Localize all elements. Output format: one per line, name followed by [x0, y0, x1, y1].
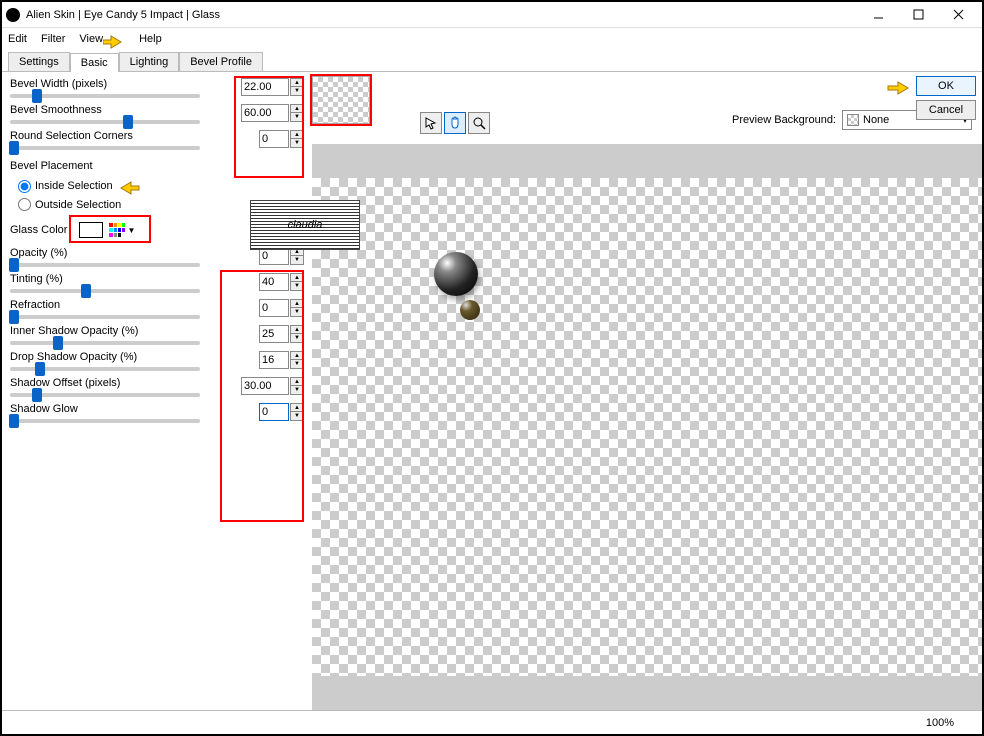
- menubar: Edit Filter View Help: [2, 28, 982, 50]
- palette-icon: [109, 223, 125, 237]
- glass-color-swatch[interactable]: [79, 222, 103, 238]
- bevel-width-input[interactable]: [241, 78, 289, 96]
- shadow-glow-input[interactable]: [259, 403, 289, 421]
- refraction-spinner[interactable]: ▲▼: [290, 299, 304, 317]
- preview-bg-label: Preview Background:: [732, 114, 836, 126]
- bevel-smoothness-row: Bevel Smoothness ▲▼: [10, 104, 304, 124]
- zoom-level: 100%: [926, 717, 954, 729]
- outside-selection-label: Outside Selection: [35, 199, 121, 211]
- bevel-smoothness-spinner[interactable]: ▲▼: [290, 104, 304, 122]
- glass-color-label: Glass Color: [10, 224, 67, 236]
- shadow-offset-row: Shadow Offset (pixels) ▲▼: [10, 377, 304, 397]
- drop-shadow-slider[interactable]: [10, 367, 200, 371]
- shadow-glow-slider[interactable]: [10, 419, 200, 423]
- statusbar: 100%: [2, 710, 982, 734]
- sphere-small: [460, 300, 480, 320]
- inside-selection-label: Inside Selection: [35, 180, 113, 192]
- refraction-input[interactable]: [259, 299, 289, 317]
- bevel-placement-label: Bevel Placement: [10, 160, 304, 172]
- shadow-offset-slider[interactable]: [10, 393, 200, 397]
- dialog-buttons: OK Cancel: [916, 76, 976, 120]
- bevel-smoothness-input[interactable]: [241, 104, 289, 122]
- sphere-large: [434, 252, 478, 296]
- inside-selection-radio[interactable]: [18, 180, 31, 193]
- watermark: claudia: [250, 200, 360, 250]
- pointer-tool[interactable]: [420, 112, 442, 134]
- inner-shadow-spinner[interactable]: ▲▼: [290, 325, 304, 343]
- shadow-offset-input[interactable]: [241, 377, 289, 395]
- settings-panel: Bevel Width (pixels) ▲▼ Bevel Smoothness…: [2, 72, 312, 710]
- round-corners-input[interactable]: [259, 130, 289, 148]
- hand-pointer-icon: [117, 176, 145, 196]
- drop-shadow-input[interactable]: [259, 351, 289, 369]
- tinting-row: Tinting (%) ▲▼: [10, 273, 304, 293]
- minimize-button[interactable]: [858, 3, 898, 27]
- maximize-button[interactable]: [898, 3, 938, 27]
- inner-shadow-slider[interactable]: [10, 341, 200, 345]
- hand-tool[interactable]: [444, 112, 466, 134]
- refraction-row: Refraction ▲▼: [10, 299, 304, 319]
- tab-basic[interactable]: Basic: [70, 53, 119, 72]
- drop-shadow-spinner[interactable]: ▲▼: [290, 351, 304, 369]
- checker-bg: [312, 178, 982, 676]
- shadow-glow-row: Shadow Glow ▲▼: [10, 403, 304, 423]
- tinting-input[interactable]: [259, 273, 289, 291]
- inner-shadow-row: Inner Shadow Opacity (%) ▲▼: [10, 325, 304, 345]
- round-corners-slider[interactable]: [10, 146, 200, 150]
- menu-view[interactable]: View: [79, 33, 103, 45]
- cancel-button[interactable]: Cancel: [916, 100, 976, 120]
- preview-pane: Preview Background: None ▾ OK Cancel: [312, 72, 982, 710]
- hand-pointer-icon: [886, 76, 914, 96]
- shadow-glow-spinner[interactable]: ▲▼: [290, 403, 304, 421]
- titlebar: Alien Skin | Eye Candy 5 Impact | Glass: [2, 2, 982, 28]
- hand-pointer-icon: [103, 30, 131, 50]
- bevel-smoothness-slider[interactable]: [10, 120, 200, 124]
- bevel-width-spinner[interactable]: ▲▼: [290, 78, 304, 96]
- gray-strip-bottom: [312, 676, 982, 710]
- preview-toolbar: [420, 112, 490, 134]
- opacity-slider[interactable]: [10, 263, 200, 267]
- round-corners-spinner[interactable]: ▲▼: [290, 130, 304, 148]
- preview-thumbnail[interactable]: [312, 76, 376, 140]
- glass-color-picker[interactable]: ▼: [109, 223, 135, 237]
- refraction-slider[interactable]: [10, 315, 200, 319]
- app-icon: [6, 8, 20, 22]
- chevron-down-icon: ▼: [127, 226, 135, 235]
- menu-help[interactable]: Help: [139, 33, 162, 45]
- opacity-row: Opacity (%) ▲▼: [10, 247, 304, 267]
- tinting-spinner[interactable]: ▲▼: [290, 273, 304, 291]
- window-title: Alien Skin | Eye Candy 5 Impact | Glass: [26, 9, 858, 21]
- menu-edit[interactable]: Edit: [8, 33, 27, 45]
- gray-strip-top: [312, 144, 982, 178]
- inner-shadow-input[interactable]: [259, 325, 289, 343]
- drop-shadow-row: Drop Shadow Opacity (%) ▲▼: [10, 351, 304, 371]
- menu-filter[interactable]: Filter: [41, 33, 65, 45]
- ok-button[interactable]: OK: [916, 76, 976, 96]
- round-corners-row: Round Selection Corners ▲▼: [10, 130, 304, 150]
- tab-bevel-profile[interactable]: Bevel Profile: [179, 52, 263, 71]
- bevel-width-slider[interactable]: [10, 94, 200, 98]
- preview-canvas[interactable]: [312, 144, 982, 710]
- checker-icon: [847, 114, 859, 126]
- bevel-width-row: Bevel Width (pixels) ▲▼: [10, 78, 304, 98]
- tab-settings[interactable]: Settings: [8, 52, 70, 71]
- tinting-slider[interactable]: [10, 289, 200, 293]
- shadow-offset-spinner[interactable]: ▲▼: [290, 377, 304, 395]
- tab-bar: Settings Basic Lighting Bevel Profile: [2, 50, 982, 72]
- close-button[interactable]: [938, 3, 978, 27]
- tab-lighting[interactable]: Lighting: [119, 52, 180, 71]
- outside-selection-radio[interactable]: [18, 198, 31, 211]
- zoom-tool[interactable]: [468, 112, 490, 134]
- inside-selection-row: Inside Selection: [18, 176, 304, 196]
